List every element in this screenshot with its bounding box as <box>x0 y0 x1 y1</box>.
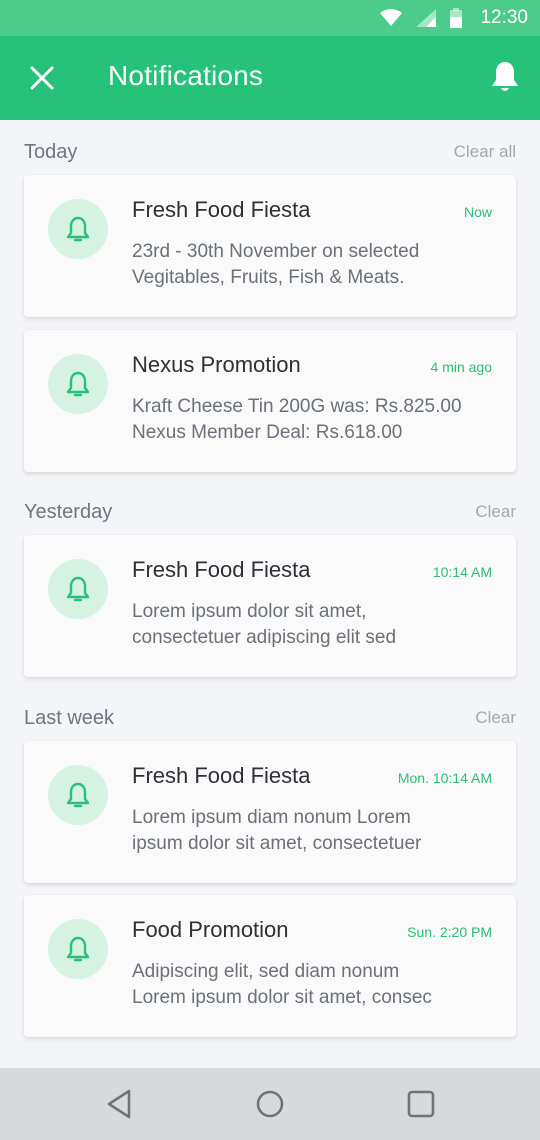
notification-avatar <box>48 354 108 414</box>
status-time: 12:30 <box>480 7 528 28</box>
notification-card[interactable]: Food Promotion Sun. 2:20 PM Adipiscing e… <box>24 895 516 1037</box>
notification-body-line: Lorem ipsum dolor sit amet, <box>132 601 367 622</box>
app-bar: Notifications <box>0 36 540 120</box>
bell-icon <box>66 216 90 242</box>
notification-body: Kraft Cheese Tin 200G was: Rs.825.00 Nex… <box>132 394 492 446</box>
wifi-icon <box>380 9 403 26</box>
notification-time: Now <box>463 204 492 220</box>
status-icons: 12:30 <box>380 0 528 36</box>
bell-icon <box>66 936 90 962</box>
section-header-last-week: Last week Clear <box>24 703 516 733</box>
notification-time: Sun. 2:20 PM <box>407 924 492 940</box>
notification-body: 23rd - 30th November on selected Vegitab… <box>132 239 492 291</box>
clear-all-button[interactable]: Clear all <box>454 142 516 162</box>
bell-icon <box>66 371 90 397</box>
notification-body-line: Adipiscing elit, sed diam nonum <box>132 961 400 982</box>
notification-time: 10:14 AM <box>432 564 492 580</box>
notification-card[interactable]: Fresh Food Fiesta Mon. 10:14 AM Lorem ip… <box>24 741 516 883</box>
notification-body: Adipiscing elit, sed diam nonum Lorem ip… <box>132 959 492 1011</box>
notification-time: Mon. 10:14 AM <box>397 770 492 786</box>
close-icon[interactable] <box>28 64 56 92</box>
clear-button[interactable]: Clear <box>475 502 516 522</box>
notification-card[interactable]: Fresh Food Fiesta Now 23rd - 30th Novemb… <box>24 175 516 317</box>
status-bar: 12:30 <box>0 0 540 36</box>
notification-time: 4 min ago <box>430 359 492 375</box>
notification-avatar <box>48 765 108 825</box>
notification-card[interactable]: Fresh Food Fiesta 10:14 AM Lorem ipsum d… <box>24 535 516 677</box>
bell-icon <box>66 782 90 808</box>
notification-card[interactable]: Nexus Promotion 4 min ago Kraft Cheese T… <box>24 330 516 472</box>
battery-icon <box>450 8 463 28</box>
notification-title: Fresh Food Fiesta <box>132 557 311 582</box>
bell-icon[interactable] <box>490 60 520 94</box>
notification-body-line: Kraft Cheese Tin 200G was: Rs.825.00 <box>132 396 462 417</box>
notification-body: Lorem ipsum dolor sit amet, consectetuer… <box>132 599 492 651</box>
notification-body-line: consectetuer adipiscing elit sed <box>132 627 397 648</box>
notification-title: Fresh Food Fiesta <box>132 763 311 788</box>
notification-body-line: Lorem ipsum dolor sit amet, consec <box>132 987 432 1008</box>
section-header-today: Today Clear all <box>24 137 516 167</box>
notification-body-line: Nexus Member Deal: Rs.618.00 <box>132 422 403 443</box>
notification-avatar <box>48 199 108 259</box>
recents-icon[interactable] <box>403 1086 439 1122</box>
notification-title: Nexus Promotion <box>132 352 301 377</box>
notification-body-line: 23rd - 30th November on selected <box>132 241 420 262</box>
notification-avatar <box>48 559 108 619</box>
system-nav-bar <box>0 1068 540 1140</box>
section-label: Yesterday <box>24 500 113 523</box>
section-label: Today <box>24 140 78 163</box>
notification-body-line: Lorem ipsum diam nonum Lorem <box>132 807 411 828</box>
notification-body-line: ipsum dolor sit amet, consectetuer <box>132 833 422 854</box>
notification-title: Fresh Food Fiesta <box>132 197 311 222</box>
notification-body-line: Vegitables, Fruits, Fish & Meats. <box>132 267 405 288</box>
section-header-yesterday: Yesterday Clear <box>24 497 516 527</box>
signal-icon <box>416 9 437 27</box>
notification-body: Lorem ipsum diam nonum Lorem ipsum dolor… <box>132 805 492 857</box>
notification-avatar <box>48 919 108 979</box>
page-title: Notifications <box>108 60 264 91</box>
clear-button[interactable]: Clear <box>475 708 516 728</box>
bell-icon <box>66 576 90 602</box>
back-icon[interactable] <box>101 1086 137 1122</box>
notification-title: Food Promotion <box>132 917 289 942</box>
section-label: Last week <box>24 706 115 729</box>
home-icon[interactable] <box>252 1086 288 1122</box>
